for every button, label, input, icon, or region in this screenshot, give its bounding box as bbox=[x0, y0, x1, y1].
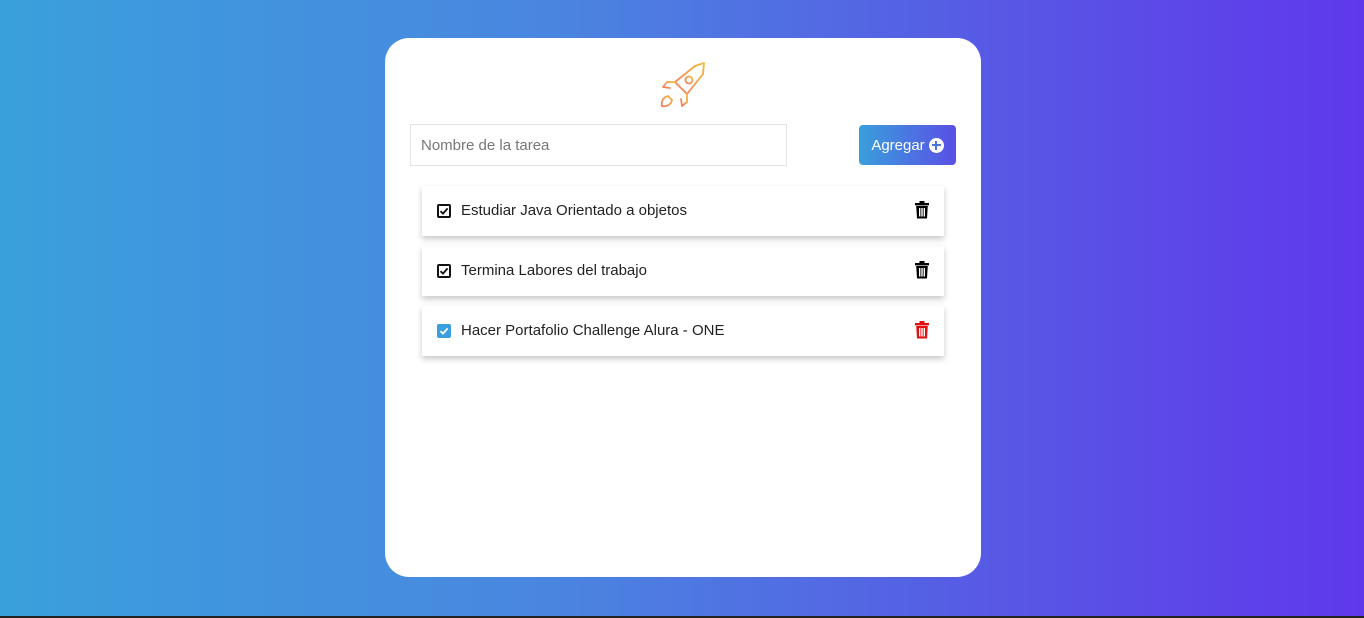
task-list: Estudiar Java Orientado a objetos Termin… bbox=[422, 186, 944, 366]
todo-card: Agregar Estudiar Java Orientado a objeto… bbox=[385, 38, 981, 577]
task-checkbox[interactable] bbox=[437, 204, 451, 218]
rocket-icon bbox=[660, 62, 705, 108]
checkmark-icon bbox=[439, 267, 449, 275]
add-task-button[interactable]: Agregar bbox=[859, 125, 956, 165]
task-item: Termina Labores del trabajo bbox=[422, 246, 944, 296]
trash-icon[interactable] bbox=[914, 321, 930, 339]
add-button-label: Agregar bbox=[871, 136, 925, 154]
task-checkbox[interactable] bbox=[437, 264, 451, 278]
trash-icon[interactable] bbox=[914, 201, 930, 219]
task-name-input[interactable] bbox=[410, 124, 787, 166]
task-text: Termina Labores del trabajo bbox=[461, 262, 647, 279]
task-checkbox[interactable] bbox=[437, 324, 451, 338]
trash-icon[interactable] bbox=[914, 261, 930, 279]
checkmark-icon bbox=[439, 327, 449, 335]
task-text: Hacer Portafolio Challenge Alura - ONE bbox=[461, 322, 725, 339]
checkmark-icon bbox=[439, 207, 449, 215]
task-item: Estudiar Java Orientado a objetos bbox=[422, 186, 944, 236]
task-item: Hacer Portafolio Challenge Alura - ONE bbox=[422, 306, 944, 356]
task-text: Estudiar Java Orientado a objetos bbox=[461, 202, 687, 219]
plus-circle-icon bbox=[928, 137, 944, 153]
